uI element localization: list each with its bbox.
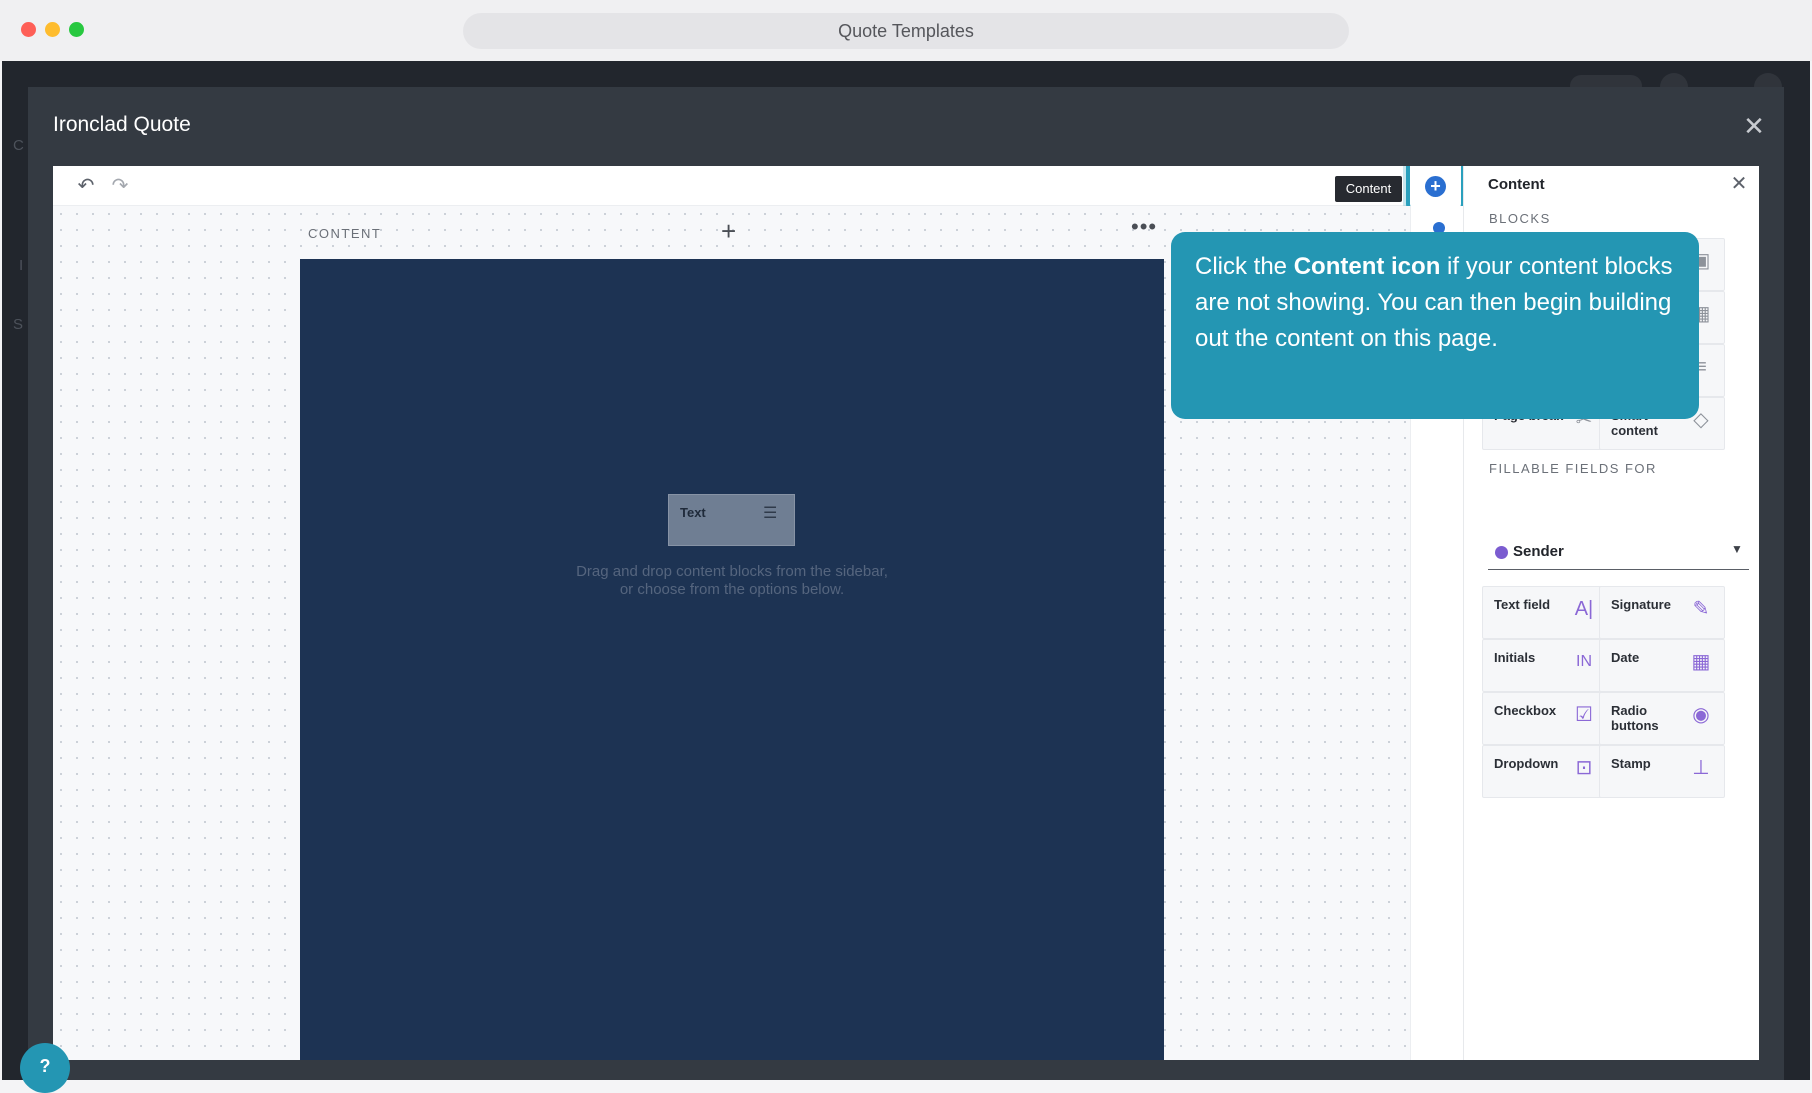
background-text: C [13, 137, 24, 154]
tile-label: Radio buttons [1611, 703, 1659, 733]
initials-icon: IN [1576, 653, 1592, 670]
sender-select[interactable]: Sender ▼ [1488, 534, 1749, 570]
field-tile-text-field[interactable]: Text field A| [1482, 586, 1608, 639]
text-block-ghost[interactable]: Text ☰ [668, 494, 795, 546]
background-text: I [19, 257, 24, 274]
blocks-heading: BLOCKS [1489, 211, 1551, 226]
editor-toolbar: ↶ ↷ Content [53, 166, 1463, 206]
tile-label: Text field [1494, 597, 1551, 612]
help-button[interactable]: ? [20, 1043, 70, 1093]
field-tile-stamp[interactable]: Stamp ⊥ [1599, 745, 1725, 798]
sidebar-title: Content [1488, 176, 1545, 193]
close-window-button[interactable] [21, 22, 36, 37]
tile-label: Signature [1611, 597, 1671, 612]
sender-color-dot [1495, 546, 1508, 559]
field-tile-signature[interactable]: Signature ✎ [1599, 586, 1725, 639]
callout-bold-text: Content icon [1293, 253, 1441, 280]
field-tile-dropdown[interactable]: Dropdown ⊡ [1482, 745, 1608, 798]
field-tile-date[interactable]: Date ▦ [1599, 639, 1725, 692]
plus-circle-icon[interactable]: + [1425, 176, 1446, 197]
tutorial-callout: Click the Content icon if your content b… [1171, 232, 1699, 419]
stamp-icon: ⊥ [1692, 757, 1710, 779]
tile-label: Checkbox [1494, 703, 1557, 718]
drop-hint: Drag and drop content blocks from the si… [510, 563, 954, 599]
document-page[interactable]: Text ☰ Drag and drop content blocks from… [300, 259, 1164, 1060]
tile-label: Date [1611, 650, 1640, 665]
window-titlebar: Quote Templates [0, 0, 1812, 61]
drop-hint-line: or choose from the options below. [619, 581, 845, 598]
checkbox-icon: ☑ [1575, 704, 1593, 726]
window-title: Quote Templates [463, 13, 1349, 49]
radio-icon: ◉ [1692, 704, 1710, 726]
text-lines-icon: ☰ [763, 505, 778, 522]
field-tile-radio-buttons[interactable]: Radio buttons ◉ [1599, 692, 1725, 745]
background-text: S [13, 316, 24, 333]
redo-icon[interactable]: ↷ [108, 174, 132, 198]
drop-hint-line: Drag and drop content blocks from the si… [576, 563, 888, 580]
chevron-down-icon: ▼ [1731, 542, 1743, 556]
tile-label: Stamp [1611, 756, 1651, 771]
minimize-window-button[interactable] [45, 22, 60, 37]
close-icon[interactable]: ✕ [1729, 174, 1749, 194]
calendar-icon: ▦ [1691, 651, 1711, 673]
text-block-label: Text [680, 505, 706, 520]
section-label: CONTENT [308, 226, 382, 241]
more-options-icon[interactable]: ••• [1131, 214, 1157, 240]
content-tooltip: Content [1335, 176, 1402, 202]
undo-icon[interactable]: ↶ [74, 174, 98, 198]
field-tile-checkbox[interactable]: Checkbox ☑ [1482, 692, 1608, 745]
fillable-heading: FILLABLE FIELDS FOR [1489, 461, 1657, 476]
close-icon[interactable]: ✕ [1739, 111, 1769, 141]
tile-label: Dropdown [1494, 756, 1559, 771]
sender-label: Sender [1513, 543, 1564, 560]
callout-text: Click the [1195, 253, 1294, 280]
dropdown-icon: ⊡ [1575, 757, 1593, 779]
maximize-window-button[interactable] [69, 22, 84, 37]
pen-icon: ✎ [1692, 598, 1710, 620]
tile-label: Initials [1494, 650, 1536, 665]
field-tile-initials[interactable]: Initials IN [1482, 639, 1608, 692]
text-cursor-icon: A| [1574, 598, 1594, 620]
modal-title: Ironclad Quote [53, 113, 191, 136]
add-section-icon[interactable]: + [721, 216, 736, 247]
